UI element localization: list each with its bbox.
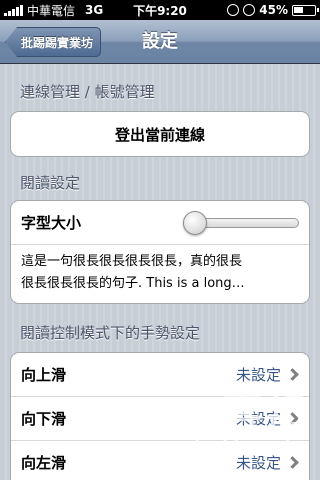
- font-size-slider[interactable]: [183, 211, 299, 235]
- status-bar: 中華電信 3G 下午9:20 45%: [0, 0, 320, 20]
- navigation-bar: 批踢踢實業坊 設定: [0, 20, 320, 64]
- connection-group: 登出當前連線: [10, 111, 310, 157]
- rotation-lock-icon: [227, 4, 240, 16]
- reading-group: 字型大小 這是一句很長很長很長很長，真的很長 很長很長很長的句子. This i…: [10, 200, 310, 304]
- logout-button[interactable]: 登出當前連線: [11, 112, 309, 156]
- gesture-row-swipe-down[interactable]: 向下滑 未設定: [11, 397, 309, 441]
- gesture-label: 向上滑: [21, 366, 67, 384]
- back-button[interactable]: 批踢踢實業坊: [5, 27, 101, 57]
- gesture-value: 未設定: [235, 454, 281, 472]
- page-title: 設定: [142, 31, 178, 52]
- gesture-row-swipe-up[interactable]: 向上滑 未設定: [11, 353, 309, 397]
- gesture-label: 向下滑: [21, 410, 67, 428]
- chevron-right-icon: [286, 368, 299, 381]
- gesture-label: 向左滑: [21, 454, 67, 472]
- font-size-row: 字型大小: [11, 201, 309, 245]
- alarm-icon: [243, 4, 256, 16]
- preview-line-2: 很長很長很長的句子. This is a long…: [21, 276, 245, 291]
- gesture-row-swipe-left[interactable]: 向左滑 未設定: [11, 441, 309, 480]
- chevron-right-icon: [286, 412, 299, 425]
- signal-strength-icon: [4, 4, 23, 16]
- preview-line-1: 這是一句很長很長很長很長，真的很長: [21, 254, 243, 269]
- network-type-label: 3G: [85, 3, 104, 17]
- font-size-label: 字型大小: [21, 214, 82, 232]
- font-preview-text: 這是一句很長很長很長很長，真的很長 很長很長很長的句子. This is a l…: [11, 245, 309, 303]
- section-header-connection: 連線管理 / 帳號管理: [20, 83, 155, 101]
- slider-thumb[interactable]: [183, 211, 207, 235]
- gestures-group: 向上滑 未設定 向下滑 未設定 向左滑 未設定: [10, 352, 310, 480]
- carrier-label: 中華電信: [27, 3, 76, 18]
- battery-icon: [292, 4, 319, 16]
- gesture-value: 未設定: [235, 410, 281, 428]
- chevron-right-icon: [286, 456, 299, 469]
- section-header-reading: 閱讀設定: [20, 174, 81, 192]
- gesture-value: 未設定: [235, 366, 281, 384]
- battery-percent-label: 45%: [259, 3, 288, 17]
- battery-fill: [294, 6, 303, 13]
- section-header-gestures: 閱讀控制模式下的手勢設定: [20, 324, 201, 342]
